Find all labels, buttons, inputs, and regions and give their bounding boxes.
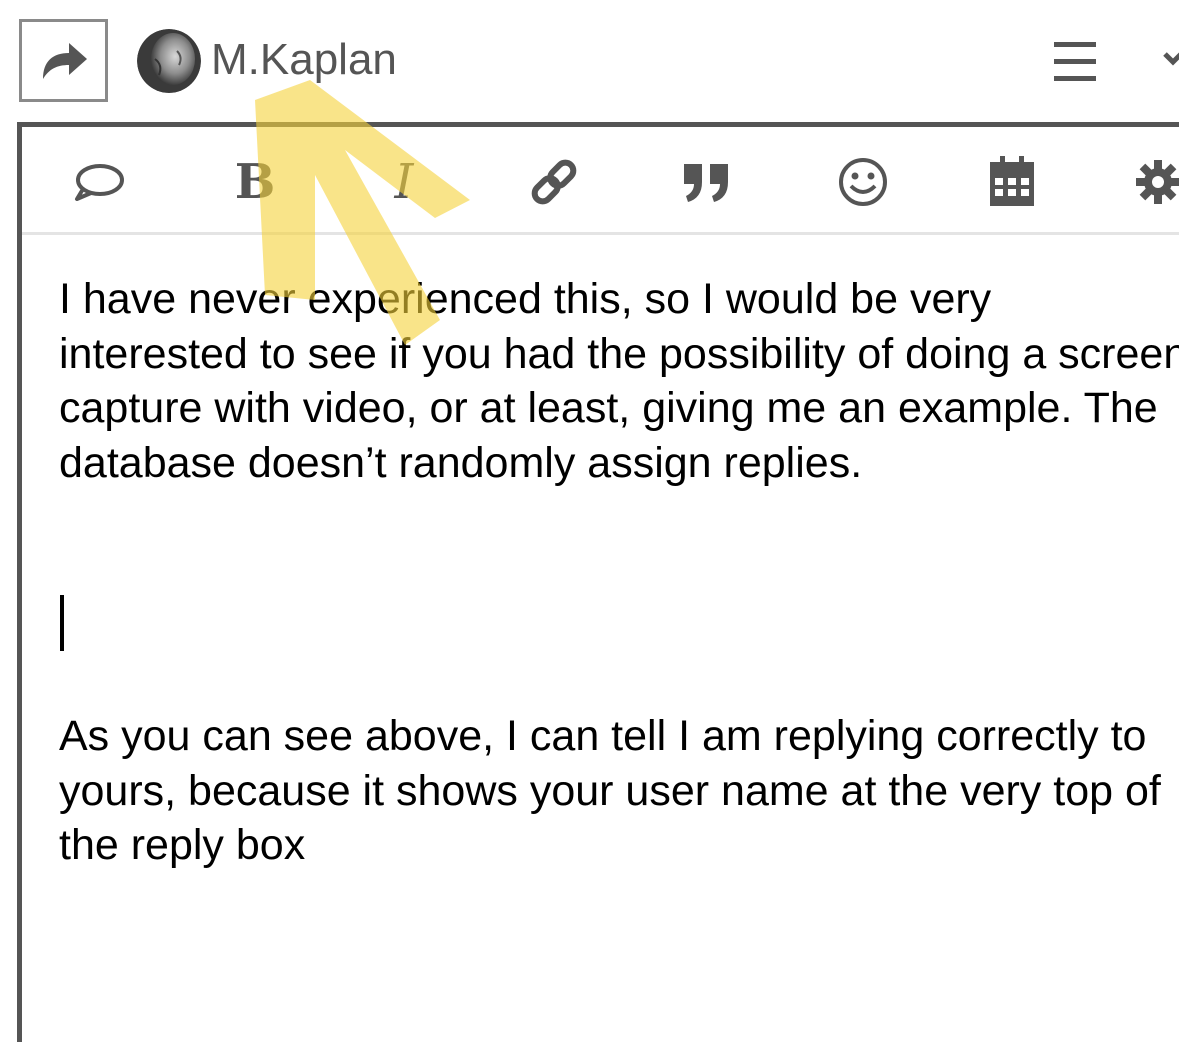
quote-bubble-button[interactable] [69, 154, 129, 210]
bold-icon: B [234, 154, 276, 210]
calendar-button[interactable] [982, 154, 1042, 210]
editor-text-area[interactable]: I have never experienced this, so I woul… [59, 272, 1179, 490]
link-button[interactable] [524, 154, 584, 210]
reply-arrow-icon [42, 42, 87, 79]
calendar-icon [990, 156, 1034, 206]
editor-toolbar: B I [22, 127, 1179, 235]
emoji-icon [839, 158, 887, 206]
link-icon [531, 159, 577, 205]
italic-button[interactable]: I [374, 154, 434, 210]
emoji-button[interactable] [833, 154, 893, 210]
blockquote-button[interactable] [678, 154, 738, 210]
text-cursor [60, 595, 64, 651]
editor-paragraph: As you can see above, I can tell I am re… [59, 712, 1161, 869]
avatar[interactable] [137, 29, 201, 93]
chevron-down-icon[interactable] [1163, 44, 1179, 74]
reply-editor[interactable]: B I I have never experienced this, so I … [17, 122, 1179, 1042]
settings-button[interactable] [1134, 154, 1179, 210]
blockquote-icon [684, 164, 728, 202]
quote-bubble-icon [75, 164, 124, 201]
reply-to-button[interactable] [19, 19, 108, 102]
gear-icon [1136, 160, 1179, 204]
reply-target-username[interactable]: M.Kaplan [211, 34, 397, 86]
bold-button[interactable]: B [225, 154, 285, 210]
hamburger-menu-icon[interactable] [1052, 40, 1098, 84]
italic-icon: I [394, 154, 414, 210]
editor-paragraph: I have never experienced this, so I woul… [59, 275, 1179, 487]
